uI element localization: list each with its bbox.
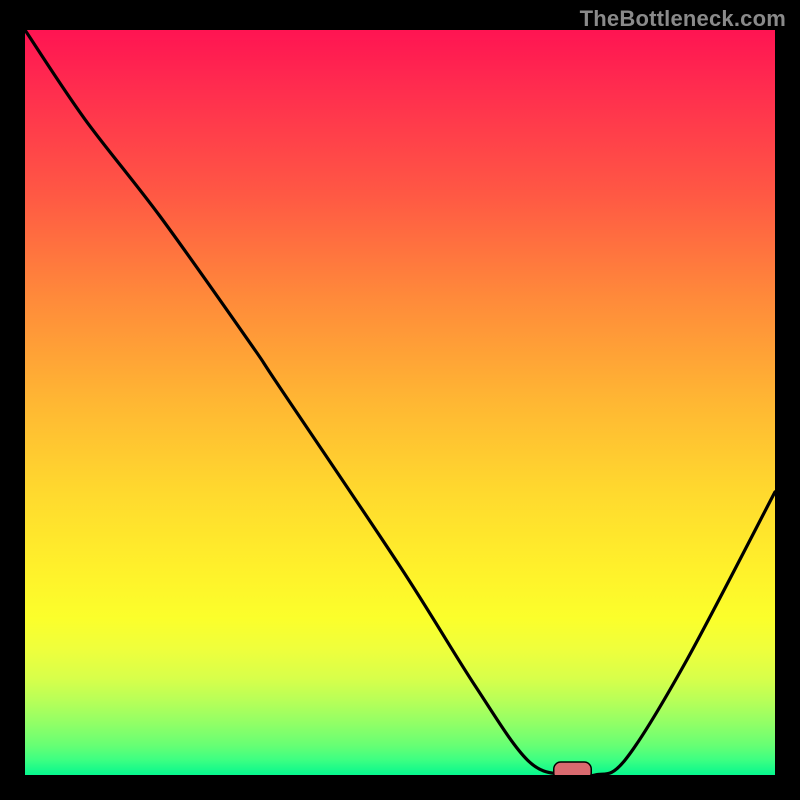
bottleneck-curve (25, 30, 775, 775)
watermark-text: TheBottleneck.com (580, 6, 786, 32)
optimal-marker (554, 762, 592, 775)
chart-overlay: 0 100 0 100 line bottleneck-curve (25, 30, 775, 775)
chart-plot-area: 0 100 0 100 line bottleneck-curve (25, 30, 775, 775)
